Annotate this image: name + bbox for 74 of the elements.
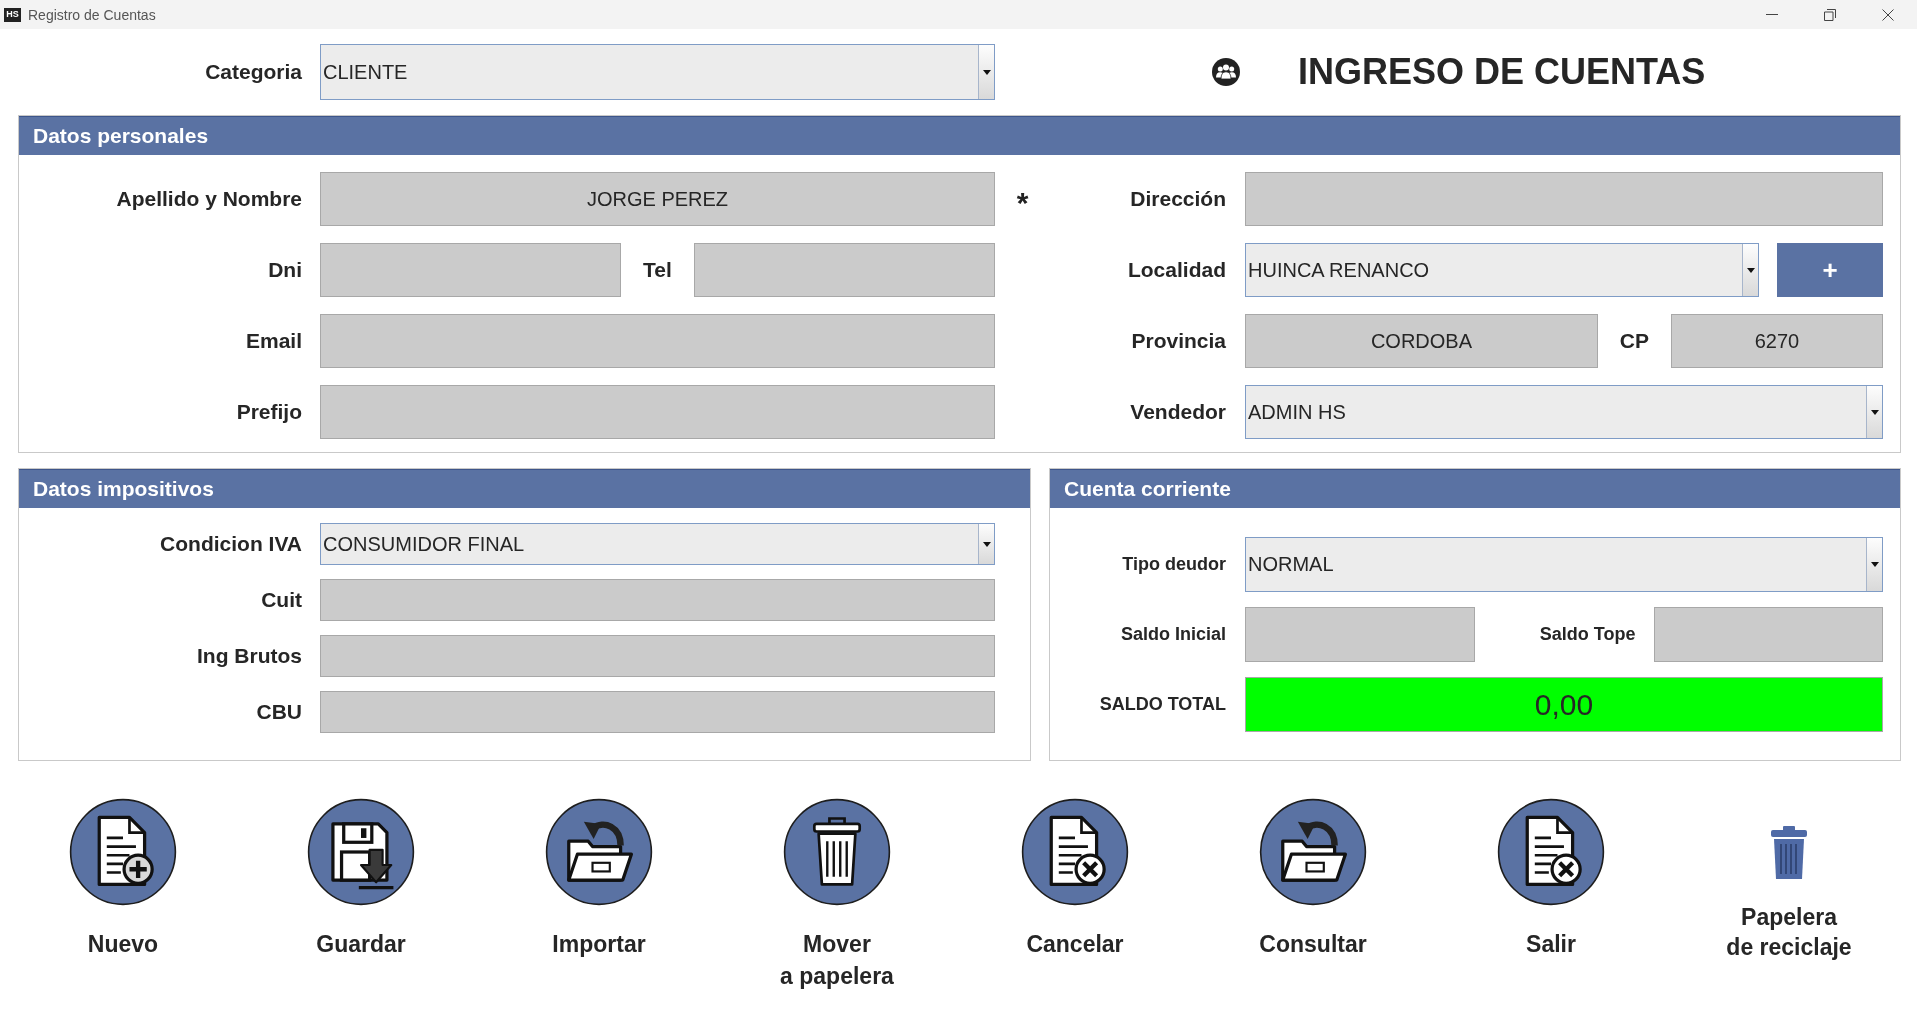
restore-icon[interactable] (1824, 8, 1836, 21)
caret-down-icon (1746, 267, 1755, 273)
recycle-bin-button[interactable]: Papelera de reciclaje (1726, 798, 1852, 963)
text-field[interactable] (1245, 607, 1475, 662)
floppy-disk-icon (307, 798, 415, 906)
section-header: Cuenta corriente (1050, 469, 1900, 508)
trash-icon (1769, 825, 1809, 880)
section-header: Datos impositivos (19, 469, 1030, 508)
text-field[interactable] (320, 385, 995, 439)
dropdown-field[interactable]: ADMIN HS (1245, 385, 1883, 439)
field-label: Saldo Inicial (1119, 623, 1226, 646)
dropdown-field[interactable]: HUINCA RENANCO (1245, 243, 1759, 297)
caret-down-icon (982, 69, 991, 75)
text-field[interactable] (320, 635, 995, 677)
move-to-trash-button[interactable]: Mover a papelera (780, 798, 894, 993)
text-field[interactable] (320, 691, 995, 733)
required-mark: * (1016, 185, 1029, 218)
field-label: Ing Brutos (196, 643, 302, 669)
app-logo: HS (4, 7, 21, 22)
new-button[interactable]: Nuevo (69, 798, 177, 961)
text-field[interactable] (320, 314, 995, 368)
dropdown-field[interactable]: CLIENTE (320, 44, 995, 100)
form-title: INGRESO DE CUENTAS (1298, 51, 1706, 93)
close-icon[interactable] (1882, 8, 1894, 21)
caret-down-icon (1870, 409, 1879, 415)
field-label: Prefijo (235, 399, 302, 425)
text-field[interactable]: CORDOBA (1245, 314, 1598, 368)
dropdown-button[interactable] (1866, 386, 1882, 438)
text-field[interactable] (1245, 172, 1883, 226)
field-label: Dirección (1129, 186, 1226, 212)
add-button[interactable]: + (1777, 243, 1883, 297)
field-label: Categoria (204, 60, 302, 84)
field-label: Tel (642, 257, 673, 283)
document-x-icon (1021, 798, 1129, 906)
balance-field: 0,00 (1245, 677, 1883, 732)
dropdown-button[interactable] (978, 45, 994, 99)
caret-down-icon (1870, 562, 1879, 567)
field-label: Email (244, 328, 302, 354)
text-field[interactable] (320, 243, 621, 297)
document-plus-icon (69, 798, 177, 906)
cancel-button[interactable]: Cancelar (1021, 798, 1129, 961)
document-x-icon (1497, 798, 1605, 906)
save-button[interactable]: Guardar (307, 798, 415, 961)
field-label: Tipo deudor (1121, 553, 1226, 576)
field-label: SALDO TOTAL (1098, 693, 1226, 716)
section-header: Datos personales (19, 116, 1900, 155)
group-icon (1212, 58, 1240, 86)
field-label: Vendedor (1129, 399, 1226, 425)
consult-button[interactable]: Consultar (1259, 798, 1367, 961)
exit-button[interactable]: Salir (1497, 798, 1605, 961)
text-field[interactable] (320, 579, 995, 621)
field-label: Provincia (1130, 328, 1226, 354)
field-label: Dni (267, 257, 302, 283)
field-label: CP (1618, 328, 1650, 354)
field-label: CBU (255, 699, 302, 725)
text-field[interactable] (1653, 607, 1883, 662)
trash-icon (783, 798, 891, 906)
minimize-icon[interactable] (1766, 14, 1778, 15)
import-button[interactable]: Importar (545, 798, 653, 961)
field-label: Apellido y Nombre (115, 186, 302, 212)
text-field[interactable]: 6270 (1670, 314, 1883, 368)
field-label: Saldo Tope (1538, 623, 1637, 646)
field-label: Cuit (260, 587, 302, 613)
dropdown-button[interactable] (978, 524, 994, 564)
text-field[interactable]: JORGE PEREZ (320, 172, 995, 226)
text-field[interactable] (694, 243, 995, 297)
field-label: Localidad (1126, 257, 1226, 283)
window-title: Registro de Cuentas (28, 6, 156, 23)
field-label: Condicion IVA (159, 531, 302, 557)
caret-down-icon (982, 541, 991, 547)
dropdown-button[interactable] (1866, 538, 1882, 591)
dropdown-field[interactable]: NORMAL (1245, 537, 1883, 592)
dropdown-button[interactable] (1742, 244, 1758, 296)
dropdown-field[interactable]: CONSUMIDOR FINAL (320, 523, 995, 565)
